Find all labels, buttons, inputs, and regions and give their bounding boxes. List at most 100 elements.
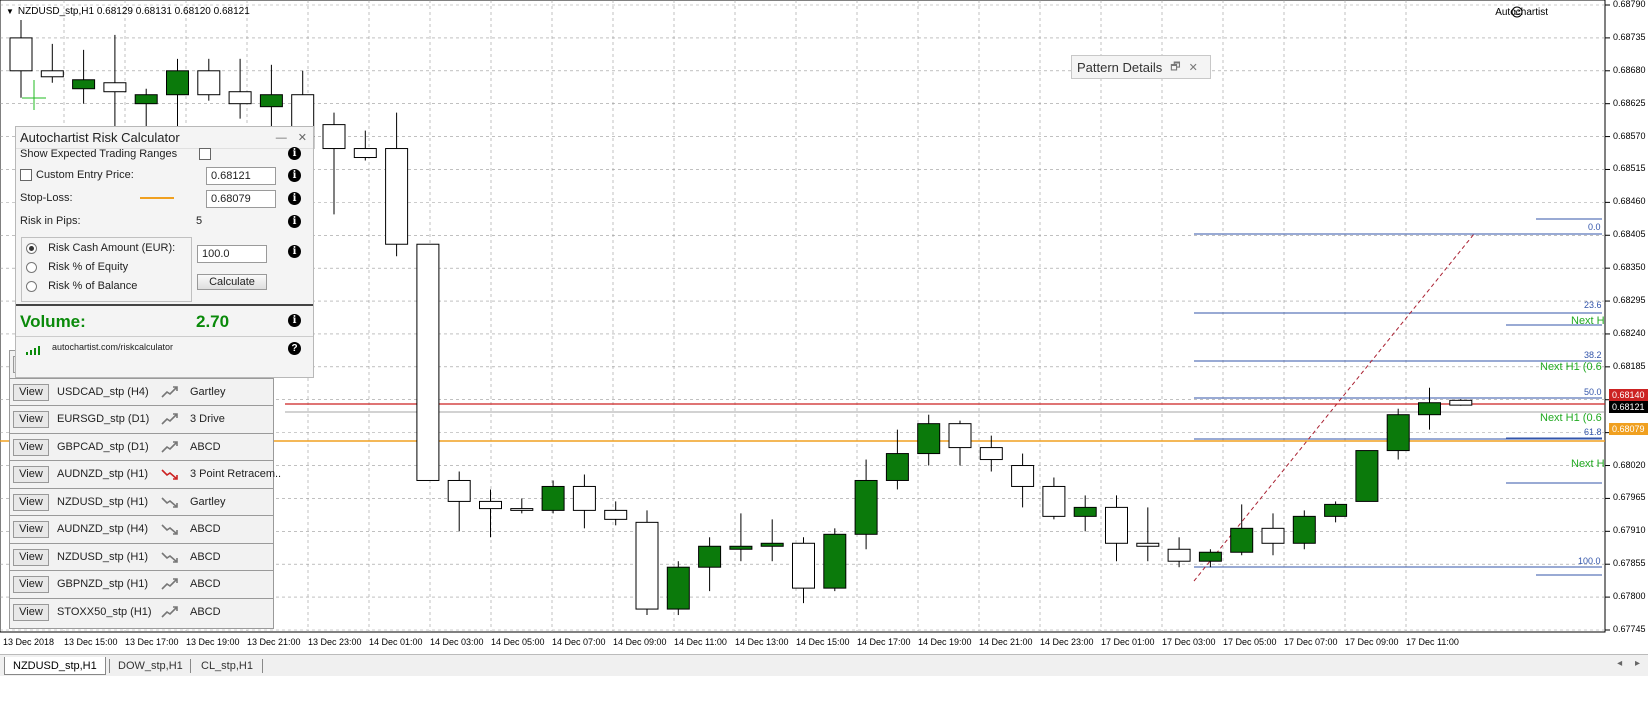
pattern-row: View STOXX50_stp (H1) ABCD [10,597,273,625]
view-button[interactable]: View [13,521,49,538]
candle-body [1292,515,1316,544]
view-button[interactable]: View [13,548,49,566]
risk-calculator-title: Autochartist Risk Calculator [20,130,180,145]
time-axis-label: 14 Dec 01:00 [369,637,423,647]
candle-body [1418,402,1441,416]
time-axis-label: 14 Dec 17:00 [857,637,911,647]
autochartist-smiley-icon[interactable] [1511,6,1523,18]
candle-body [729,545,753,550]
custom-entry-checkbox[interactable] [20,169,32,181]
tab-dow[interactable]: DOW_stp,H1 [110,657,191,675]
price-axis-label: 0.68240 [1613,327,1646,338]
bottom-strip [0,676,1648,715]
risk-pips-value: 5 [196,215,203,227]
pattern-row: View NZDUSD_stp (H1) ABCD [10,542,273,570]
calculator-link[interactable]: autochartist.com/riskcalculator [52,342,173,352]
pattern-symbol: STOXX50_stp (H1) [57,605,152,618]
radio-risk-balance[interactable]: Risk % of Balance [26,280,137,292]
pattern-type: Gartley [190,385,226,398]
pattern-symbol: USDCAD_stp (H4) [57,385,149,398]
info-icon[interactable]: i [288,147,301,160]
view-button[interactable]: View [13,383,49,401]
custom-entry-input[interactable]: 0.68121 [206,167,276,185]
tab-nzdusd[interactable]: NZDUSD_stp,H1 [4,657,106,675]
candle-body [979,447,1003,461]
time-axis-label: 13 Dec 2018 [3,637,55,647]
time-axis-label: 14 Dec 07:00 [552,637,606,647]
scroll-left-icon[interactable]: ◂ [1617,658,1622,669]
info-icon[interactable]: i [288,192,301,205]
risk-calculator-header[interactable]: Autochartist Risk Calculator — ✕ [16,127,313,149]
pattern-row: View GBPCAD_stp (D1) ABCD [10,432,273,460]
show-ranges-checkbox[interactable] [199,148,211,160]
candle-body [1073,506,1097,517]
close-icon[interactable]: ✕ [1189,61,1198,74]
tab-separator [262,659,263,673]
view-button[interactable]: View [13,466,49,483]
candle-body [1167,548,1191,562]
pattern-type: ABCD [190,523,221,535]
stop-loss-input[interactable]: 0.68079 [206,190,276,208]
pattern-symbol: GBPNZD_stp (H1) [57,578,149,590]
fib-label-0: 0.0 [1588,222,1601,232]
pattern-symbol: NZDUSD_stp (H1) [57,495,149,508]
pattern-up-icon [161,605,178,618]
show-ranges-label: Show Expected Trading Ranges [20,148,178,160]
pattern-symbol: EURSGD_stp (D1) [57,413,150,425]
candle-body [1198,551,1222,562]
view-button[interactable]: View [13,411,49,428]
pattern-symbol: AUDNZD_stp (H1) [57,468,149,480]
info-icon[interactable]: i [288,215,301,228]
info-icon[interactable]: i [288,314,301,327]
pattern-type: Gartley [190,495,226,508]
time-axis-label: 14 Dec 11:00 [674,637,727,647]
price-axis-label: 0.68680 [1613,64,1646,75]
info-icon[interactable]: i [288,245,301,258]
candle-body [760,542,784,547]
pattern-details-panel[interactable]: Pattern Details 🗗 ✕ [1071,55,1211,79]
price-tag-stop-loss: 0.68079 [1609,423,1648,435]
radio-risk-cash[interactable]: Risk Cash Amount (EUR): [26,242,175,254]
time-axis-label: 14 Dec 13:00 [735,637,789,647]
tab-cl[interactable]: CL_stp,H1 [193,657,261,675]
restore-icon[interactable]: 🗗 [1170,58,1180,77]
candle-body [1386,414,1410,452]
risk-pips-label: Risk in Pips: [20,215,81,227]
view-button[interactable]: View [13,493,49,511]
info-icon[interactable]: i [288,169,301,182]
candle-body [447,479,471,502]
candle-body [792,542,815,589]
view-button[interactable]: View [13,438,49,456]
candle-body [9,37,33,72]
pattern-row: View EURSGD_stp (D1) 3 Drive [10,405,273,432]
candle-body [40,70,64,78]
time-axis-label: 17 Dec 09:00 [1345,637,1399,647]
time-axis-label: 17 Dec 01:00 [1101,637,1155,647]
pattern-details-title: Pattern Details [1077,59,1163,75]
close-icon[interactable]: ✕ [298,132,307,144]
radio-risk-equity[interactable]: Risk % of Equity [26,261,128,273]
candle-body [197,70,221,96]
candle-body [1449,399,1473,406]
calculate-button[interactable]: Calculate [197,274,267,290]
scroll-right-icon[interactable]: ▸ [1635,658,1640,669]
fib-label-38: 38.2 [1584,350,1602,360]
view-button[interactable]: View [13,576,49,593]
candle-body [1230,527,1254,553]
view-button[interactable]: View [13,603,49,621]
minimize-icon[interactable]: — [276,132,287,144]
pattern-up-icon [161,440,178,453]
symbol-info-text: NZDUSD_stp,H1 0.68129 0.68131 0.68120 0.… [17,6,250,17]
time-axis-label: 13 Dec 19:00 [186,637,240,647]
candle-body [698,545,722,568]
candle-body [103,82,127,93]
price-axis-label: 0.68405 [1613,229,1646,240]
help-icon[interactable]: ? [288,342,301,355]
pattern-down-icon [161,551,178,563]
risk-amount-input[interactable]: 100.0 [197,245,267,263]
price-axis-label: 0.68295 [1613,295,1646,306]
candle-body [604,509,628,520]
candle-body [823,533,847,589]
trading-terminal-window: ▼ NZDUSD_stp,H1 0.68129 0.68131 0.68120 0… [0,0,1648,715]
time-axis-label: 13 Dec 21:00 [247,637,301,647]
